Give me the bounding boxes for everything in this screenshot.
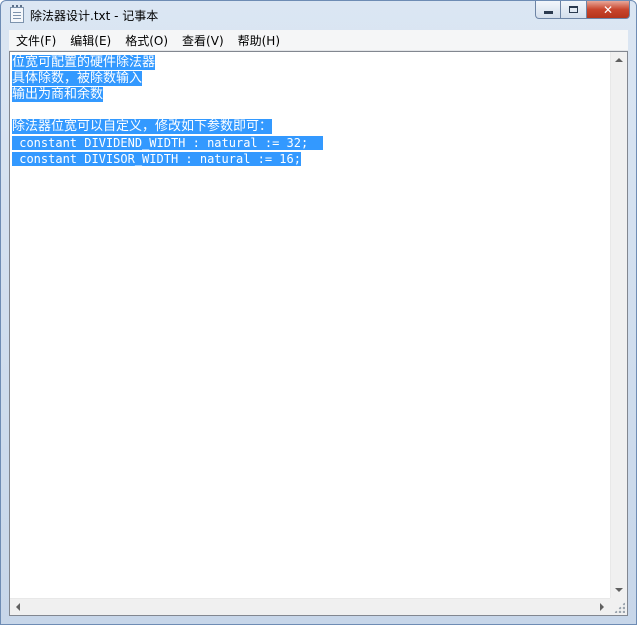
close-icon: ✕ [602, 2, 614, 17]
caption-buttons: ✕ [535, 1, 630, 21]
text-content[interactable]: 位宽可配置的硬件除法器 具体除数，被除数输入 输出为商和余数 除法器位宽可以自定… [10, 52, 610, 598]
text-line: constant DIVIDEND_WIDTH : natural := 32; [12, 135, 608, 151]
resize-corner[interactable] [610, 598, 627, 615]
maximize-button[interactable] [561, 1, 587, 19]
menu-format[interactable]: 格式(O) [118, 32, 175, 49]
text-line: 具体除数，被除数输入 [12, 71, 608, 87]
resize-grip-icon[interactable] [614, 602, 625, 613]
menu-edit[interactable]: 编辑(E) [63, 32, 118, 49]
menu-bar: 文件(F) 编辑(E) 格式(O) 查看(V) 帮助(H) [9, 30, 628, 51]
maximize-icon [569, 6, 578, 13]
text-line [12, 103, 608, 119]
close-button[interactable]: ✕ [587, 1, 630, 19]
horizontal-scrollbar[interactable] [10, 598, 610, 615]
selection-tail [308, 136, 323, 150]
menu-file[interactable]: 文件(F) [9, 32, 63, 49]
selected-text: constant DIVISOR_WIDTH : natural := 16; [12, 152, 301, 166]
title-bar[interactable]: 除法器设计.txt - 记事本 ✕ [1, 1, 636, 30]
scroll-left-icon[interactable] [16, 603, 20, 611]
text-line: 位宽可配置的硬件除法器 [12, 55, 608, 71]
minimize-button[interactable] [535, 1, 561, 19]
selected-text: 除法器位宽可以自定义，修改如下参数即可： [12, 119, 273, 134]
scroll-down-icon[interactable] [615, 588, 623, 592]
text-line: 除法器位宽可以自定义，修改如下参数即可： [12, 119, 608, 135]
selected-text: 输出为商和余数 [12, 87, 104, 102]
selected-text: 具体除数，被除数输入 [12, 71, 143, 86]
window-title: 除法器设计.txt - 记事本 [30, 9, 159, 23]
menu-help[interactable]: 帮助(H) [231, 32, 287, 49]
notepad-icon[interactable] [10, 5, 24, 23]
selected-text: constant DIVIDEND_WIDTH : natural := 32; [12, 136, 309, 150]
text-line: constant DIVISOR_WIDTH : natural := 16; [12, 151, 608, 167]
text-line: 输出为商和余数 [12, 87, 608, 103]
menu-view[interactable]: 查看(V) [175, 32, 231, 49]
editor-area[interactable]: 位宽可配置的硬件除法器 具体除数，被除数输入 输出为商和余数 除法器位宽可以自定… [9, 51, 628, 616]
selected-text: 位宽可配置的硬件除法器 [12, 55, 156, 70]
minimize-icon [543, 11, 553, 14]
notepad-window: 除法器设计.txt - 记事本 ✕ 文件(F) 编辑(E) 格式(O) 查看(V… [0, 0, 637, 625]
scroll-right-icon[interactable] [600, 603, 604, 611]
vertical-scrollbar[interactable] [610, 52, 627, 598]
scroll-up-icon[interactable] [615, 58, 623, 62]
